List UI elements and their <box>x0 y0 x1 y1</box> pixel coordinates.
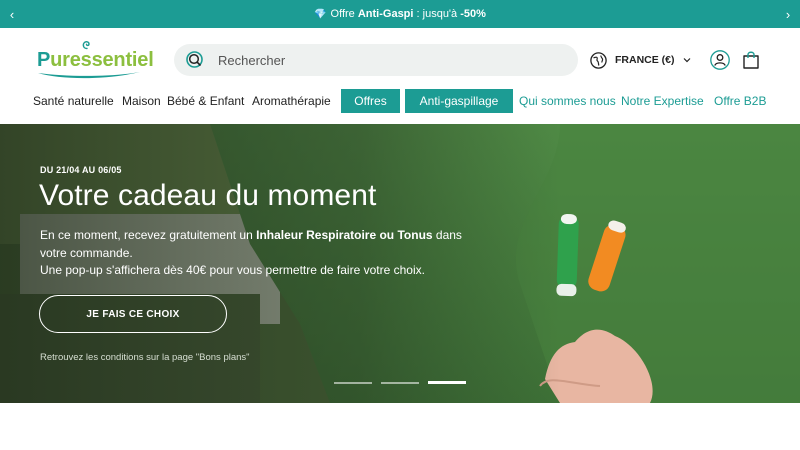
promo-dates: DU 21/04 AU 06/05 <box>40 165 122 175</box>
user-account-icon[interactable] <box>710 50 730 70</box>
logo-word-rest: uressentiel <box>50 49 154 71</box>
promo-middle: : jusqu'à <box>413 8 461 20</box>
promo-prev-arrow[interactable]: ‹ <box>0 0 24 28</box>
hero-body-popup-note: Une pop-up s'affichera dès 40€ pour vous… <box>40 263 425 277</box>
choose-gift-button[interactable]: JE FAIS CE CHOIX <box>39 295 227 333</box>
nav-item-notre-expertise[interactable]: Notre Expertise <box>621 89 704 113</box>
hero-title: Votre cadeau du moment <box>39 179 377 212</box>
logo-letter-p: P <box>37 49 51 71</box>
main-navigation: Santé naturelle Maison Bébé & Enfant Aro… <box>0 89 800 115</box>
promo-highlight: Anti-Gaspi <box>357 8 414 20</box>
promo-prefix: Offre <box>330 8 358 20</box>
site-header: Puressentiel FRANCE (€) <box>0 28 800 92</box>
chevron-down-icon <box>683 58 690 63</box>
search-icon[interactable] <box>186 51 204 69</box>
country-selector[interactable]: FRANCE (€) <box>590 50 691 70</box>
nav-item-anti-gaspillage[interactable]: Anti-gaspillage <box>405 89 513 113</box>
shopping-bag-icon[interactable] <box>742 50 760 70</box>
hero-body-start: En ce moment, recevez gratuitement un <box>40 228 257 242</box>
hero-banner: DU 21/04 AU 06/05 Votre cadeau du moment… <box>0 124 800 403</box>
search-bar[interactable] <box>174 44 578 76</box>
carousel-dot-3[interactable] <box>428 381 466 384</box>
promo-next-arrow[interactable]: › <box>776 0 800 28</box>
conditions-note[interactable]: Retrouvez les conditions sur la page "Bo… <box>40 352 250 363</box>
nav-item-qui-sommes-nous[interactable]: Qui sommes nous <box>519 89 616 113</box>
country-label: FRANCE (€) <box>615 54 675 66</box>
nav-item-aromatherapie[interactable]: Aromathérapie <box>252 89 331 113</box>
promo-banner: ‹ 💎 Offre Anti-Gaspi : jusqu'à -50% › <box>0 0 800 28</box>
hero-body-highlight: Inhaleur Respiratoire ou Tonus <box>256 228 433 242</box>
logo-wave-icon <box>38 72 140 79</box>
promo-discount: -50% <box>460 8 486 20</box>
brand-logo[interactable]: Puressentiel <box>37 40 154 82</box>
nav-item-offres[interactable]: Offres <box>341 89 400 113</box>
globe-icon <box>590 51 607 69</box>
nav-item-sante-naturelle[interactable]: Santé naturelle <box>33 89 114 113</box>
promo-text[interactable]: Offre Anti-Gaspi : jusqu'à -50% <box>331 8 486 20</box>
gem-icon: 💎 <box>314 8 327 20</box>
nav-item-maison[interactable]: Maison <box>122 89 161 113</box>
logo-wordmark: Puressentiel <box>37 49 154 72</box>
carousel-dot-2[interactable] <box>381 382 419 384</box>
nav-item-offre-b2b[interactable]: Offre B2B <box>714 89 766 113</box>
carousel-dot-1[interactable] <box>334 382 372 384</box>
hero-description: En ce moment, recevez gratuitement un In… <box>40 227 470 280</box>
nav-item-bebe-enfant[interactable]: Bébé & Enfant <box>167 89 244 113</box>
search-input[interactable] <box>218 52 548 68</box>
